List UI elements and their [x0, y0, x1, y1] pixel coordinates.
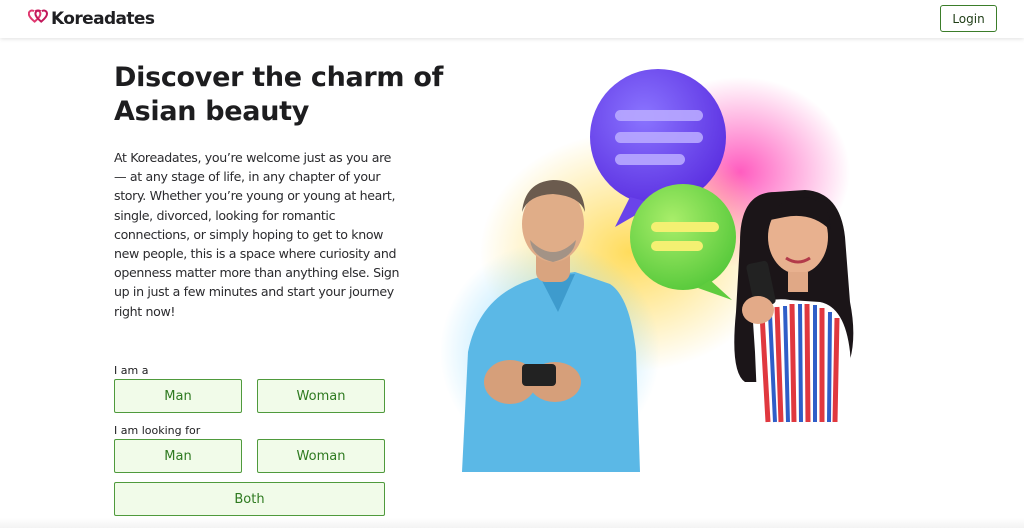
- i-am-man-button[interactable]: Man: [114, 379, 242, 413]
- looking-for-woman-button[interactable]: Woman: [257, 439, 385, 473]
- i-am-label: I am a: [114, 364, 149, 377]
- woman-photo: [734, 190, 855, 423]
- page-headline: Discover the charm of Asian beauty: [114, 62, 444, 127]
- i-am-woman-button[interactable]: Woman: [257, 379, 385, 413]
- intro-paragraph: At Koreadates, you’re welcome just as yo…: [114, 150, 400, 319]
- page-bottom-edge: [0, 518, 1024, 528]
- looking-for-both-button[interactable]: Both: [114, 482, 385, 516]
- looking-for-label: I am looking for: [114, 424, 201, 437]
- hero-illustration: [440, 52, 910, 492]
- brand-logo[interactable]: Koreadates: [27, 9, 155, 29]
- login-button[interactable]: Login: [940, 5, 997, 32]
- brand-name: Koreadates: [51, 9, 155, 29]
- site-header: Koreadates Login: [0, 0, 1024, 38]
- heart-icon: [27, 9, 49, 29]
- looking-for-man-button[interactable]: Man: [114, 439, 242, 473]
